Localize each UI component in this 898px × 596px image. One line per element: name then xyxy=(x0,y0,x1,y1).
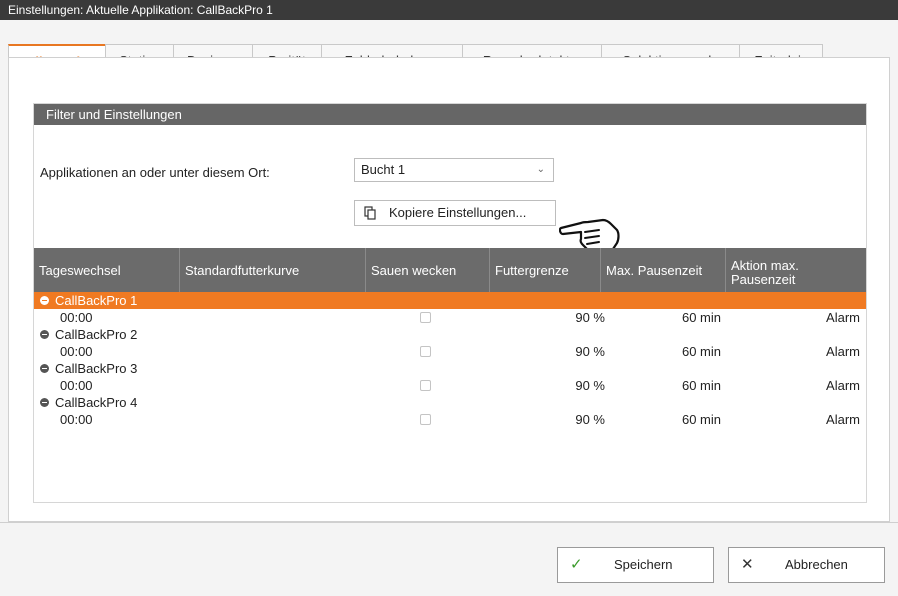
col-futtergrenze[interactable]: Futtergrenze xyxy=(490,248,601,292)
collapse-icon[interactable] xyxy=(40,296,49,306)
col-tageswechsel[interactable]: Tageswechsel xyxy=(34,248,180,292)
copy-icon xyxy=(364,201,376,227)
cell-limit: 90 % xyxy=(575,412,605,427)
table-body: CallBackPro 1 00:00 90 % 60 min Alarm Ca… xyxy=(34,292,866,428)
wake-checkbox[interactable] xyxy=(420,346,431,357)
cell-pause: 60 min xyxy=(681,412,721,427)
tab-content: Filter und Einstellungen Applikationen a… xyxy=(8,57,890,522)
wake-checkbox[interactable] xyxy=(420,380,431,391)
cell-limit: 90 % xyxy=(575,344,605,359)
close-icon: ✕ xyxy=(741,556,754,573)
location-select[interactable]: Bucht 1 ⌄ xyxy=(354,158,554,182)
location-select-value: Bucht 1 xyxy=(361,162,406,177)
copy-settings-button[interactable]: Kopiere Einstellungen... xyxy=(354,200,556,226)
cell-pause: 60 min xyxy=(681,378,721,393)
cell-action: Alarm xyxy=(826,378,860,393)
collapse-icon[interactable] xyxy=(40,330,49,340)
cell-limit: 90 % xyxy=(575,310,605,325)
wake-checkbox[interactable] xyxy=(420,414,431,425)
location-label: Applikationen an oder unter diesem Ort: xyxy=(40,165,270,180)
footer-divider xyxy=(0,522,898,523)
group-row[interactable]: CallBackPro 1 xyxy=(34,292,866,309)
col-max-pausenzeit[interactable]: Max. Pausenzeit xyxy=(601,248,726,292)
group-name: CallBackPro 4 xyxy=(55,395,138,410)
group-row[interactable]: CallBackPro 4 xyxy=(34,394,866,411)
group-name: CallBackPro 1 xyxy=(55,293,138,308)
cancel-label: Abbrechen xyxy=(785,557,848,572)
cancel-button[interactable]: ✕ Abbrechen xyxy=(728,547,885,583)
cell-time: 00:00 xyxy=(60,310,93,325)
wake-checkbox[interactable] xyxy=(420,312,431,323)
panel-title: Filter und Einstellungen xyxy=(34,104,866,125)
table-row[interactable]: 00:00 90 % 60 min Alarm xyxy=(34,411,866,428)
group-name: CallBackPro 3 xyxy=(55,361,138,376)
table-header: Tageswechsel Standardfutterkurve Sauen w… xyxy=(34,248,866,292)
cell-time: 00:00 xyxy=(60,378,93,393)
cell-pause: 60 min xyxy=(681,310,721,325)
cell-limit: 90 % xyxy=(575,378,605,393)
chevron-down-icon: ⌄ xyxy=(536,164,545,175)
save-button[interactable]: ✓ Speichern xyxy=(557,547,714,583)
table-row[interactable]: 00:00 90 % 60 min Alarm xyxy=(34,309,866,326)
window-title: Einstellungen: Aktuelle Applikation: Cal… xyxy=(0,0,898,20)
filter-panel: Filter und Einstellungen Applikationen a… xyxy=(33,103,867,503)
group-row[interactable]: CallBackPro 3 xyxy=(34,360,866,377)
cell-action: Alarm xyxy=(826,344,860,359)
cell-action: Alarm xyxy=(826,412,860,427)
col-aktion-max-pausenzeit[interactable]: Aktion max. Pausenzeit xyxy=(726,248,866,292)
table-row[interactable]: 00:00 90 % 60 min Alarm xyxy=(34,377,866,394)
group-name: CallBackPro 2 xyxy=(55,327,138,342)
table-row[interactable]: 00:00 90 % 60 min Alarm xyxy=(34,343,866,360)
copy-settings-label: Kopiere Einstellungen... xyxy=(389,205,527,220)
cell-action: Alarm xyxy=(826,310,860,325)
cell-time: 00:00 xyxy=(60,412,93,427)
col-standardfutterkurve[interactable]: Standardfutterkurve xyxy=(180,248,366,292)
check-icon: ✓ xyxy=(570,556,583,573)
collapse-icon[interactable] xyxy=(40,364,49,374)
cell-time: 00:00 xyxy=(60,344,93,359)
group-row[interactable]: CallBackPro 2 xyxy=(34,326,866,343)
col-sauen-wecken[interactable]: Sauen wecken xyxy=(366,248,490,292)
save-label: Speichern xyxy=(614,557,673,572)
cell-pause: 60 min xyxy=(681,344,721,359)
collapse-icon[interactable] xyxy=(40,398,49,408)
